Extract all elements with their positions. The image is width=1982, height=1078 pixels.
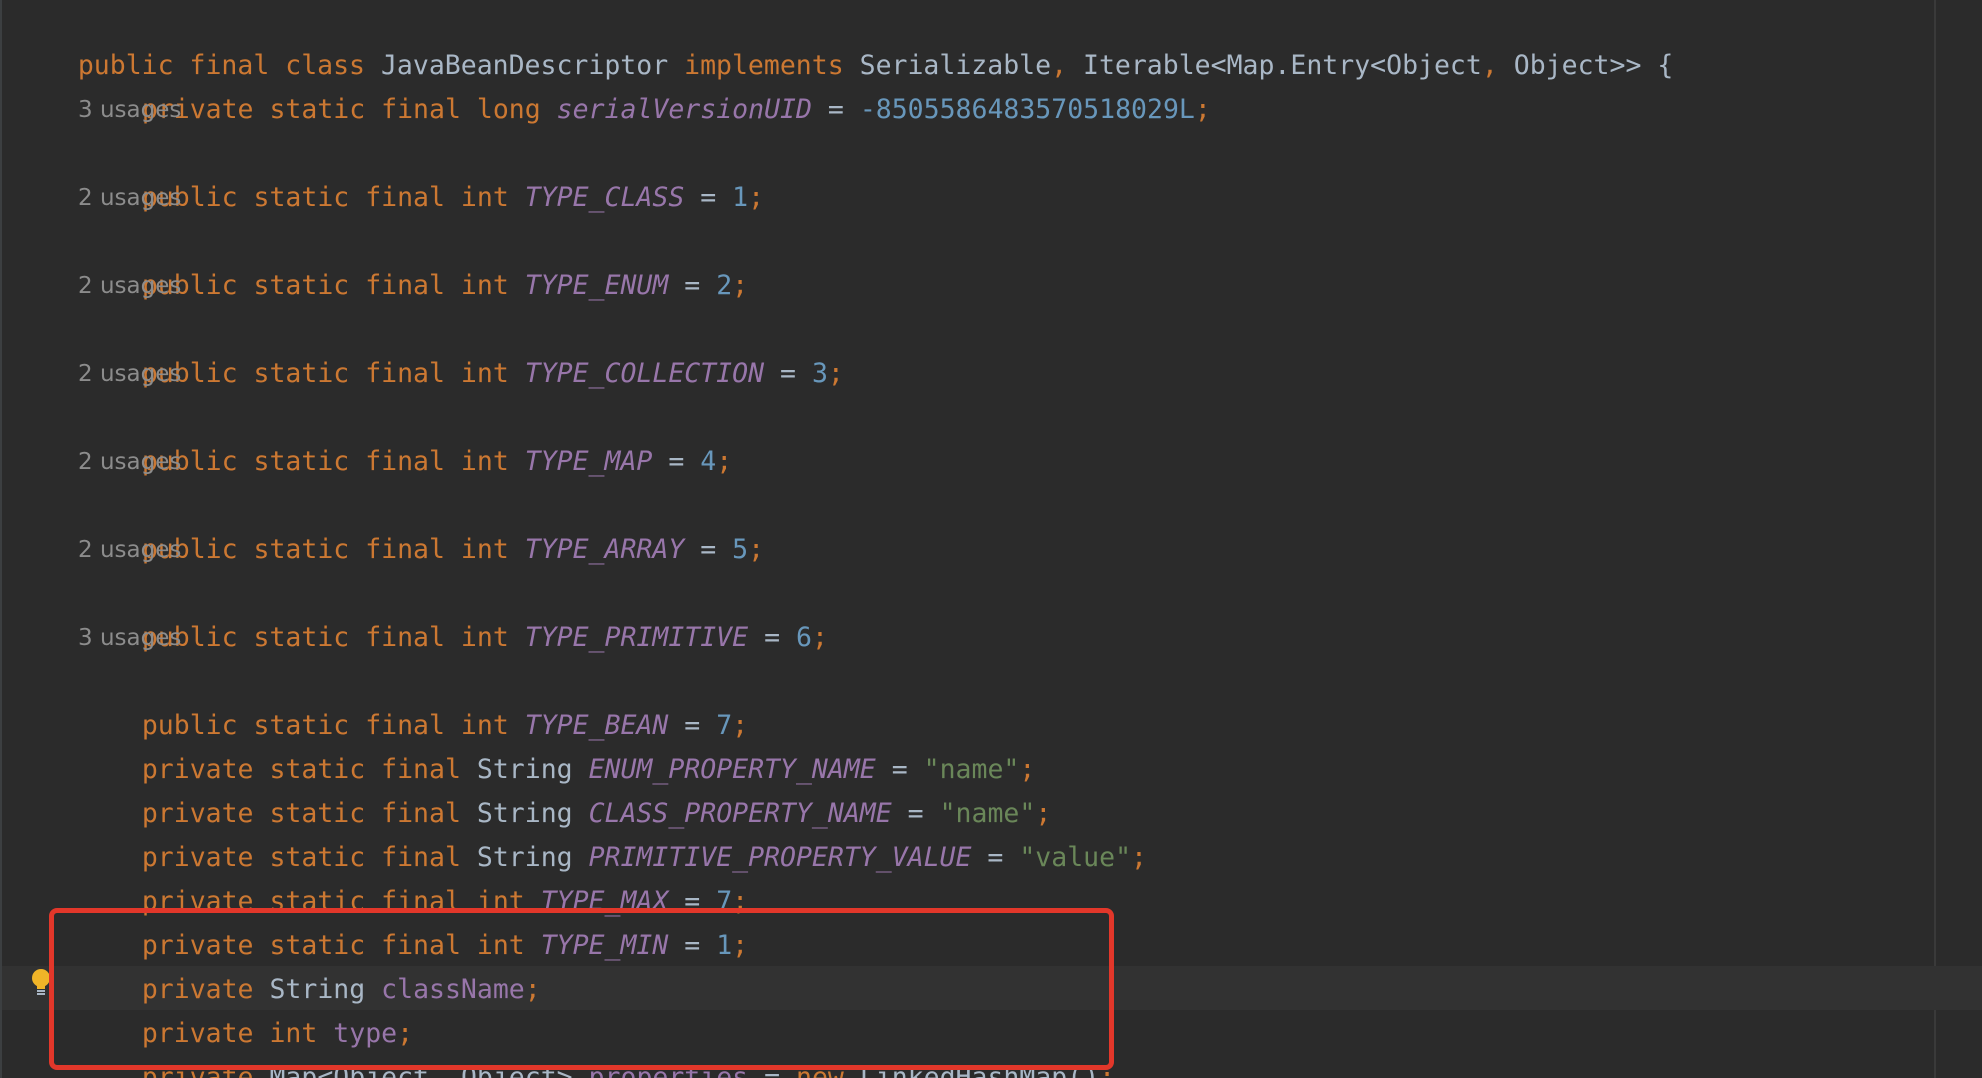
semicolon: ; [748, 534, 765, 565]
code-line-class-declaration[interactable]: public final class JavaBeanDescriptor im… [14, 0, 1673, 81]
type-name: Object>> { [1513, 50, 1674, 81]
operator: = [668, 270, 717, 301]
code-line-type-bean[interactable]: public static final int TYPE_BEAN = 7; [78, 660, 748, 741]
right-margin-guide [1934, 0, 1936, 1078]
keyword: public static final int [141, 358, 525, 389]
usages-hint[interactable]: 2 usages [78, 440, 181, 484]
code-line-serial-version-uid[interactable]: private static final long serialVersionU… [78, 44, 1211, 125]
operator: = [764, 358, 812, 389]
usages-hint[interactable]: 2 usages [78, 264, 181, 308]
semicolon: ; [732, 270, 749, 301]
highlight-annotation-box [49, 908, 1114, 1070]
semicolon: ; [716, 446, 733, 477]
number-literal: 3 [811, 358, 828, 389]
constant-name: TYPE_PRIMITIVE [524, 622, 749, 653]
operator: = [971, 842, 1020, 873]
usages-hint[interactable]: 3 usages [78, 88, 181, 132]
usages-hint[interactable]: 2 usages [78, 528, 181, 572]
code-line-type-array[interactable]: public static final int TYPE_ARRAY = 5; [78, 484, 764, 565]
constant-name: TYPE_ENUM [524, 270, 669, 301]
punctuation: , [1481, 50, 1514, 81]
number-literal: 5 [732, 534, 749, 565]
code-line-type-class[interactable]: public static final int TYPE_CLASS = 1; [78, 132, 764, 213]
constant-name: TYPE_MAP [524, 446, 653, 477]
usages-hint[interactable]: 2 usages [78, 176, 181, 220]
code-line-type-enum[interactable]: public static final int TYPE_ENUM = 2; [78, 220, 748, 301]
semicolon: ; [1194, 94, 1211, 125]
semicolon: ; [811, 622, 828, 653]
number-literal: 2 [716, 270, 733, 301]
keyword: private static final long [141, 94, 557, 125]
code-editor[interactable]: public final class JavaBeanDescriptor im… [0, 0, 1982, 1078]
semicolon: ; [1131, 842, 1147, 873]
constant-name: TYPE_COLLECTION [524, 358, 765, 389]
number-literal: 4 [700, 446, 717, 477]
code-line-type-collection[interactable]: public static final int TYPE_COLLECTION … [78, 308, 844, 389]
code-line-primitive-property-value[interactable]: private static final String PRIMITIVE_PR… [78, 792, 1147, 873]
keyword: public static final int [141, 270, 525, 301]
gutter-border [0, 0, 2, 1078]
usages-hint[interactable]: 3 usages [78, 616, 181, 660]
operator: = [748, 622, 796, 653]
code-line-class-property-name[interactable]: private static final String CLASS_PROPER… [78, 748, 1051, 829]
semicolon: ; [827, 358, 844, 389]
number-literal: 6 [795, 622, 812, 653]
string-literal: "value" [1019, 842, 1132, 873]
usages-hint[interactable]: 2 usages [78, 352, 181, 396]
code-line-type-max[interactable]: private static final int TYPE_MAX = 7; [78, 836, 748, 917]
keyword: public static final int [141, 446, 525, 477]
constant-name: serialVersionUID [556, 94, 812, 125]
constant-name: TYPE_ARRAY [524, 534, 685, 565]
operator: = [684, 182, 733, 213]
constant-name: TYPE_CLASS [524, 182, 685, 213]
number-literal: -8505586483570518029L [859, 94, 1195, 125]
code-line-enum-property-name[interactable]: private static final String ENUM_PROPERT… [78, 704, 1036, 785]
keyword: public static final int [141, 534, 525, 565]
keyword: public static final int [141, 182, 525, 213]
code-line-type-primitive[interactable]: public static final int TYPE_PRIMITIVE =… [78, 572, 828, 653]
number-literal: 1 [732, 182, 749, 213]
code-line-type-map[interactable]: public static final int TYPE_MAP = 4; [78, 396, 732, 477]
operator: = [811, 94, 860, 125]
semicolon: ; [748, 182, 765, 213]
operator: = [652, 446, 701, 477]
keyword: public static final int [141, 622, 525, 653]
operator: = [684, 534, 733, 565]
